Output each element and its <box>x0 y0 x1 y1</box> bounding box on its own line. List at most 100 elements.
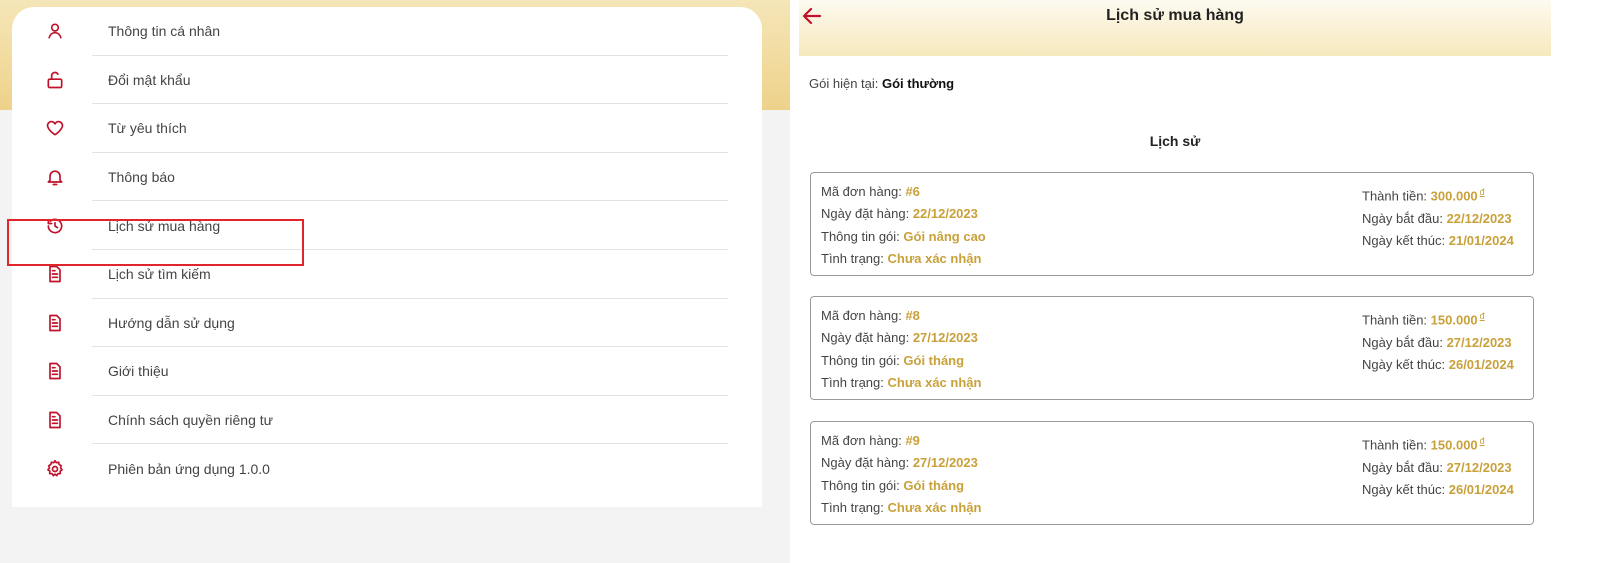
highlight-annotation-box <box>7 219 304 266</box>
menu-item-label: Thông tin cá nhân <box>108 23 221 40</box>
total-value: 300.000 <box>1430 188 1478 204</box>
menu-item-privacy-policy[interactable]: Chính sách quyền riêng tư <box>12 396 762 445</box>
start-date-value: 27/12/2023 <box>1446 334 1512 350</box>
plan-info-value: Gói tháng <box>903 477 965 493</box>
start-date-value: 22/12/2023 <box>1446 210 1512 226</box>
start-date-label: Ngày bắt đầu: <box>1362 459 1443 475</box>
plan-info-label: Thông tin gói: <box>821 477 900 493</box>
menu-item-personal-info[interactable]: Thông tin cá nhân <box>12 7 762 56</box>
menu-item-label: Hướng dẫn sử dụng <box>108 314 235 331</box>
order-date-row: Ngày đặt hàng: 27/12/2023 <box>821 452 981 474</box>
bell-icon <box>44 166 66 188</box>
order-card[interactable]: Mã đơn hàng: #9 Ngày đặt hàng: 27/12/202… <box>810 421 1534 525</box>
menu-item-notifications[interactable]: Thông báo <box>12 153 762 202</box>
order-date-value: 22/12/2023 <box>912 206 978 222</box>
order-left-column: Mã đơn hàng: #6 Ngày đặt hàng: 22/12/202… <box>821 181 986 270</box>
order-id-label: Mã đơn hàng: <box>821 308 902 323</box>
current-plan: Gói hiện tại: Gói thường <box>809 76 954 91</box>
currency-symbol: đ <box>1479 311 1485 321</box>
order-right-column: Thành tiền: 300.000 đ Ngày bắt đầu: 22/12… <box>1362 181 1514 252</box>
order-date-label: Ngày đặt hàng: <box>821 330 910 346</box>
start-date-label: Ngày bắt đầu: <box>1362 334 1443 350</box>
menu-item-favorites[interactable]: Từ yêu thích <box>12 104 762 153</box>
end-date-row: Ngày kết thúc: 26/01/2024 <box>1362 479 1514 501</box>
plan-info-row: Thông tin gói: Gói tháng <box>821 350 981 372</box>
plan-info-value: Gói nâng cao <box>903 228 986 244</box>
menu-item-app-version[interactable]: Phiên bản ứng dụng 1.0.0 <box>12 444 762 493</box>
plan-info-value: Gói tháng <box>903 352 965 368</box>
unlock-icon <box>44 69 66 91</box>
order-card[interactable]: Mã đơn hàng: #6 Ngày đặt hàng: 22/12/202… <box>810 172 1534 276</box>
user-icon <box>44 20 66 42</box>
currency-symbol: đ <box>1479 436 1485 446</box>
order-id-row: Mã đơn hàng: #8 <box>821 305 981 327</box>
plan-info-row: Thông tin gói: Gói nâng cao <box>821 226 986 248</box>
menu-item-label: Chính sách quyền riêng tư <box>108 412 274 429</box>
menu-item-label: Phiên bản ứng dụng 1.0.0 <box>108 460 270 477</box>
order-id-value: #6 <box>905 184 920 199</box>
menu-item-about[interactable]: Giới thiệu <box>12 347 762 396</box>
status-value: Chưa xác nhận <box>887 499 982 515</box>
order-id-label: Mã đơn hàng: <box>821 433 902 448</box>
document-icon <box>44 409 66 431</box>
order-date-label: Ngày đặt hàng: <box>821 206 910 222</box>
order-id-label: Mã đơn hàng: <box>821 184 902 199</box>
total-value: 150.000 <box>1430 312 1478 328</box>
history-heading: Lịch sử <box>1149 133 1201 149</box>
status-row: Tình trạng: Chưa xác nhận <box>821 497 981 519</box>
end-date-label: Ngày kết thúc: <box>1362 481 1446 497</box>
total-value: 150.000 <box>1430 437 1478 453</box>
currency-symbol: đ <box>1479 187 1485 197</box>
total-row: Thành tiền: 150.000 đ <box>1362 430 1514 457</box>
start-date-label: Ngày bắt đầu: <box>1362 210 1443 226</box>
order-right-column: Thành tiền: 150.000 đ Ngày bắt đầu: 27/12… <box>1362 305 1514 376</box>
end-date-row: Ngày kết thúc: 21/01/2024 <box>1362 230 1514 252</box>
end-date-value: 26/01/2024 <box>1448 481 1514 497</box>
order-card[interactable]: Mã đơn hàng: #8 Ngày đặt hàng: 27/12/202… <box>810 296 1534 400</box>
menu-item-label: Từ yêu thích <box>108 120 187 137</box>
order-id-row: Mã đơn hàng: #6 <box>821 181 986 203</box>
plan-info-label: Thông tin gói: <box>821 228 900 244</box>
menu-item-label: Đổi mật khẩu <box>108 71 191 88</box>
order-id-row: Mã đơn hàng: #9 <box>821 430 981 452</box>
current-plan-label: Gói hiện tại: <box>809 76 879 91</box>
document-icon <box>44 263 66 285</box>
gear-icon <box>44 458 66 480</box>
order-date-value: 27/12/2023 <box>912 455 978 471</box>
document-icon <box>44 312 66 334</box>
status-label: Tình trạng: <box>821 250 884 266</box>
menu-item-change-password[interactable]: Đổi mật khẩu <box>12 56 762 105</box>
status-value: Chưa xác nhận <box>887 250 982 266</box>
end-date-label: Ngày kết thúc: <box>1362 356 1446 372</box>
total-label: Thành tiền: <box>1362 437 1428 453</box>
status-row: Tình trạng: Chưa xác nhận <box>821 372 981 394</box>
heart-icon <box>44 117 66 139</box>
document-icon <box>44 360 66 382</box>
order-left-column: Mã đơn hàng: #9 Ngày đặt hàng: 27/12/202… <box>821 430 981 519</box>
plan-info-row: Thông tin gói: Gói tháng <box>821 475 981 497</box>
menu-item-label: Giới thiệu <box>108 363 169 380</box>
order-left-column: Mã đơn hàng: #8 Ngày đặt hàng: 27/12/202… <box>821 305 981 394</box>
menu-item-label: Lịch sử tìm kiếm <box>108 266 211 283</box>
plan-info-label: Thông tin gói: <box>821 352 900 368</box>
start-date-row: Ngày bắt đầu: 27/12/2023 <box>1362 332 1514 354</box>
end-date-row: Ngày kết thúc: 26/01/2024 <box>1362 354 1514 376</box>
order-date-row: Ngày đặt hàng: 22/12/2023 <box>821 203 986 225</box>
status-row: Tình trạng: Chưa xác nhận <box>821 248 986 270</box>
order-right-column: Thành tiền: 150.000 đ Ngày bắt đầu: 27/12… <box>1362 430 1514 501</box>
total-row: Thành tiền: 150.000 đ <box>1362 305 1514 332</box>
status-label: Tình trạng: <box>821 374 884 390</box>
end-date-value: 21/01/2024 <box>1448 232 1514 248</box>
total-label: Thành tiền: <box>1362 188 1428 204</box>
end-date-value: 26/01/2024 <box>1448 356 1514 372</box>
total-label: Thành tiền: <box>1362 312 1428 328</box>
order-date-value: 27/12/2023 <box>912 330 978 346</box>
order-id-value: #8 <box>905 308 920 323</box>
total-row: Thành tiền: 300.000 đ <box>1362 181 1514 208</box>
menu-item-user-guide[interactable]: Hướng dẫn sử dụng <box>12 299 762 348</box>
status-value: Chưa xác nhận <box>887 374 982 390</box>
start-date-row: Ngày bắt đầu: 27/12/2023 <box>1362 457 1514 479</box>
order-id-value: #9 <box>905 433 920 448</box>
status-label: Tình trạng: <box>821 499 884 515</box>
start-date-value: 27/12/2023 <box>1446 459 1512 475</box>
